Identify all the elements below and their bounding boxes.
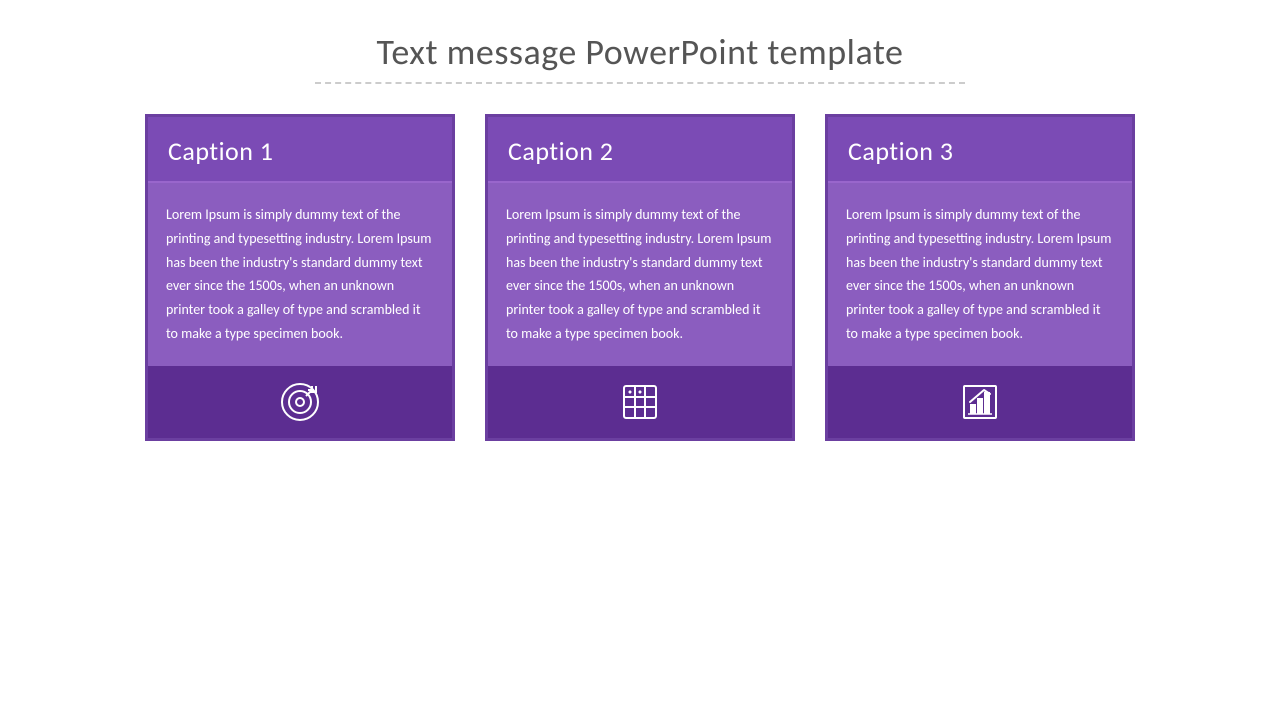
title-divider	[315, 82, 965, 84]
card-2-footer	[488, 366, 792, 438]
card-3-footer	[828, 366, 1132, 438]
card-2-header: Caption 2	[488, 117, 792, 183]
card-2: Caption 2 Lorem Ipsum is simply dummy te…	[485, 114, 795, 441]
card-3-body: Lorem Ipsum is simply dummy text of the …	[828, 183, 1132, 366]
card-1-footer	[148, 366, 452, 438]
card-3-header: Caption 3	[828, 117, 1132, 183]
card-1-text: Lorem Ipsum is simply dummy text of the …	[166, 203, 434, 346]
table-icon	[618, 380, 662, 424]
cards-container: Caption 1 Lorem Ipsum is simply dummy te…	[60, 114, 1220, 441]
chart-icon	[958, 380, 1002, 424]
card-2-title: Caption 2	[508, 135, 613, 167]
card-2-body: Lorem Ipsum is simply dummy text of the …	[488, 183, 792, 366]
card-1: Caption 1 Lorem Ipsum is simply dummy te…	[145, 114, 455, 441]
card-1-body: Lorem Ipsum is simply dummy text of the …	[148, 183, 452, 366]
card-3: Caption 3 Lorem Ipsum is simply dummy te…	[825, 114, 1135, 441]
card-3-text: Lorem Ipsum is simply dummy text of the …	[846, 203, 1114, 346]
card-2-text: Lorem Ipsum is simply dummy text of the …	[506, 203, 774, 346]
card-1-header: Caption 1	[148, 117, 452, 183]
page-container: Text message PowerPoint template Caption…	[0, 0, 1280, 720]
target-icon	[278, 380, 322, 424]
page-title: Text message PowerPoint template	[377, 30, 904, 74]
card-3-title: Caption 3	[848, 135, 953, 167]
card-1-title: Caption 1	[168, 135, 273, 167]
